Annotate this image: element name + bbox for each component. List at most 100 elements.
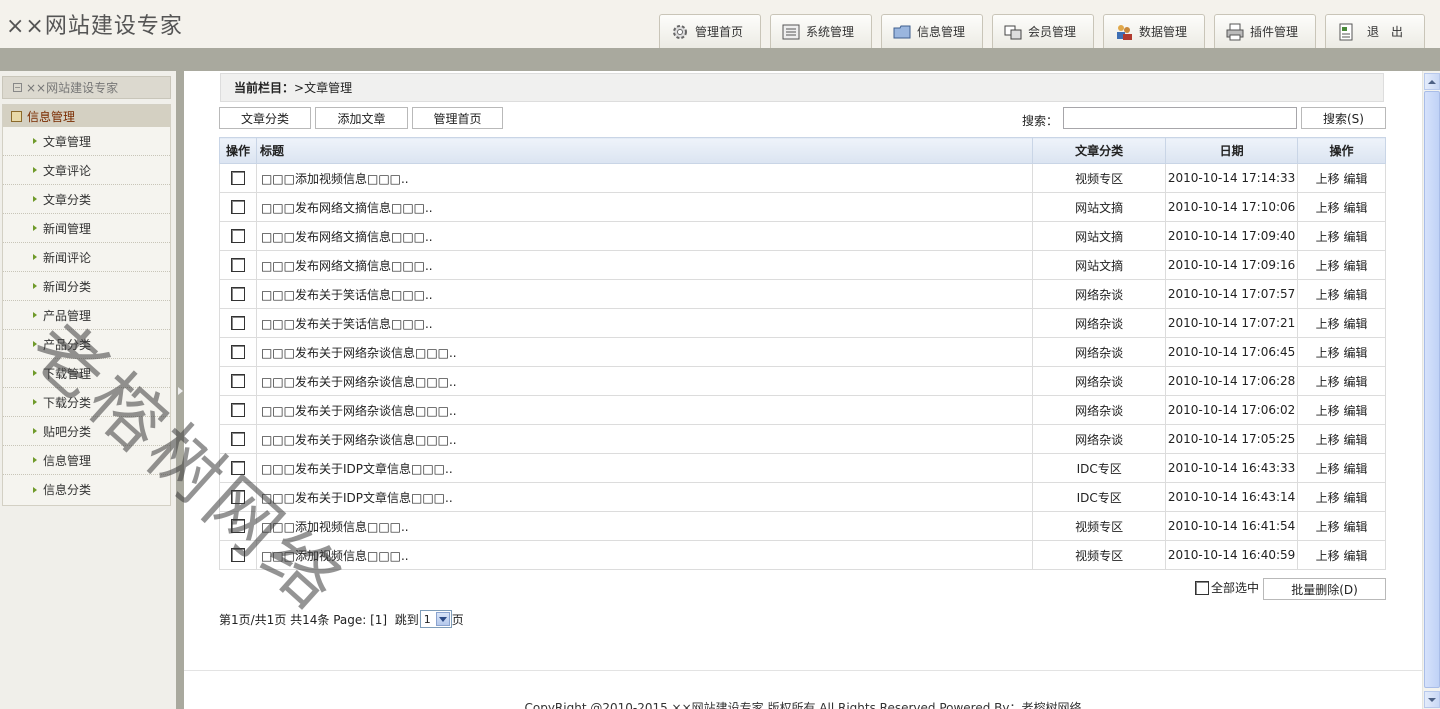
edit-link[interactable]: 编辑: [1343, 172, 1367, 186]
arrow-right-icon: [33, 225, 37, 231]
move-up-link[interactable]: 上移: [1316, 317, 1340, 331]
arrow-right-icon: [33, 486, 37, 493]
select-all-checkbox[interactable]: [1195, 580, 1209, 595]
scroll-up-button[interactable]: [1424, 73, 1440, 90]
edit-link[interactable]: 编辑: [1343, 201, 1367, 215]
move-up-link[interactable]: 上移: [1316, 433, 1340, 447]
row-checkbox[interactable]: [230, 461, 245, 476]
move-up-link[interactable]: 上移: [1316, 404, 1340, 418]
move-up-link[interactable]: 上移: [1316, 201, 1340, 215]
row-category: 视频专区: [1032, 511, 1167, 541]
sidebar-item-info-category[interactable]: 信息分类: [3, 475, 170, 504]
sidebar-item-article-comment[interactable]: 文章评论: [3, 156, 170, 185]
edit-link[interactable]: 编辑: [1343, 375, 1367, 389]
move-up-link[interactable]: 上移: [1316, 549, 1340, 563]
edit-link[interactable]: 编辑: [1343, 259, 1367, 273]
sidebar-item-article-manage[interactable]: 文章管理: [3, 127, 170, 156]
sidebar-group-title[interactable]: 信息管理: [3, 105, 170, 127]
row-date: 2010-10-14 17:06:45: [1165, 337, 1299, 367]
row-select-cell: [219, 308, 257, 338]
row-checkbox[interactable]: [230, 229, 245, 244]
nav-member-button[interactable]: 会员管理: [992, 14, 1094, 48]
move-up-link[interactable]: 上移: [1316, 288, 1340, 302]
row-title: □□□发布关于IDP文章信息□□□..: [255, 453, 1034, 483]
sidebar-item-news-comment[interactable]: 新闻评论: [3, 243, 170, 272]
page-jump-select[interactable]: 1: [419, 610, 452, 628]
search-button[interactable]: 搜索(S): [1301, 107, 1386, 129]
select-all[interactable]: 全部选中: [1195, 579, 1259, 596]
edit-link[interactable]: 编辑: [1343, 404, 1367, 418]
sidebar-root[interactable]: − ××网站建设专家: [2, 76, 171, 99]
edit-link[interactable]: 编辑: [1343, 346, 1367, 360]
edit-link[interactable]: 编辑: [1343, 491, 1367, 505]
edit-link[interactable]: 编辑: [1343, 549, 1367, 563]
arrow-right-icon: [33, 370, 37, 376]
sidebar-item-download-category[interactable]: 下载分类: [3, 388, 170, 417]
admin-home-button[interactable]: 管理首页: [412, 107, 503, 129]
table-row: □□□发布网络文摘信息□□□.. 网站文摘 2010-10-14 17:09:40 上…: [219, 221, 1386, 251]
row-checkbox[interactable]: [230, 345, 245, 360]
move-up-link[interactable]: 上移: [1316, 230, 1340, 244]
edit-link[interactable]: 编辑: [1343, 317, 1367, 331]
row-checkbox[interactable]: [230, 403, 245, 418]
move-up-link[interactable]: 上移: [1316, 520, 1340, 534]
sidebar-item-product-category[interactable]: 产品分类: [3, 330, 170, 359]
search-input[interactable]: [1063, 107, 1297, 129]
edit-link[interactable]: 编辑: [1343, 288, 1367, 302]
move-up-link[interactable]: 上移: [1316, 172, 1340, 186]
nav-exit-label: 退出: [1367, 25, 1416, 39]
sidebar-splitter[interactable]: [176, 71, 184, 709]
row-checkbox[interactable]: [230, 548, 245, 563]
row-checkbox[interactable]: [230, 432, 245, 447]
row-actions: 上移 编辑: [1297, 250, 1386, 280]
arrow-right-icon: [33, 312, 37, 318]
col-header-title: 标题: [255, 137, 1034, 164]
row-checkbox[interactable]: [230, 316, 245, 331]
nav-exit-button[interactable]: 退出: [1325, 14, 1425, 48]
sidebar-item-news-manage[interactable]: 新闻管理: [3, 214, 170, 243]
sidebar-item-article-category[interactable]: 文章分类: [3, 185, 170, 214]
nav-home-button[interactable]: 管理首页: [659, 14, 761, 48]
row-checkbox[interactable]: [230, 374, 245, 389]
row-checkbox[interactable]: [230, 171, 245, 186]
folder-icon: [11, 110, 22, 122]
row-checkbox[interactable]: [230, 258, 245, 273]
nav-info-button[interactable]: 信息管理: [881, 14, 983, 48]
edit-link[interactable]: 编辑: [1343, 462, 1367, 476]
row-actions: 上移 编辑: [1297, 424, 1386, 454]
nav-system-button[interactable]: 系统管理: [770, 14, 872, 48]
batch-delete-button[interactable]: 批量删除(D): [1263, 578, 1386, 600]
col-header-category: 文章分类: [1032, 137, 1167, 164]
edit-link[interactable]: 编辑: [1343, 520, 1367, 534]
row-checkbox[interactable]: [230, 200, 245, 215]
move-up-link[interactable]: 上移: [1316, 375, 1340, 389]
move-up-link[interactable]: 上移: [1316, 462, 1340, 476]
sidebar-item-news-category[interactable]: 新闻分类: [3, 272, 170, 301]
move-up-link[interactable]: 上移: [1316, 346, 1340, 360]
vertical-scrollbar[interactable]: [1422, 71, 1440, 709]
move-up-link[interactable]: 上移: [1316, 259, 1340, 273]
row-actions: 上移 编辑: [1297, 453, 1386, 483]
nav-plugin-button[interactable]: 插件管理: [1214, 14, 1316, 48]
arrow-right-icon: [33, 399, 37, 405]
edit-link[interactable]: 编辑: [1343, 230, 1367, 244]
scroll-thumb[interactable]: [1424, 91, 1440, 688]
nav-data-button[interactable]: 数据管理: [1103, 14, 1205, 48]
move-up-link[interactable]: 上移: [1316, 491, 1340, 505]
col-header-action: 操作: [1297, 137, 1386, 164]
article-category-button[interactable]: 文章分类: [219, 107, 311, 129]
row-checkbox[interactable]: [230, 287, 245, 302]
sidebar-item-download-manage[interactable]: 下载管理: [3, 359, 170, 388]
add-article-button[interactable]: 添加文章: [315, 107, 408, 129]
window-icon: [1002, 21, 1024, 43]
row-checkbox[interactable]: [230, 490, 245, 505]
sidebar-item-info-manage[interactable]: 信息管理: [3, 446, 170, 475]
scroll-down-button[interactable]: [1424, 691, 1440, 708]
table-row: □□□发布关于网络杂谈信息□□□.. 网络杂谈 2010-10-14 17:06:4…: [219, 337, 1386, 367]
edit-link[interactable]: 编辑: [1343, 433, 1367, 447]
row-category: IDC专区: [1032, 482, 1167, 512]
row-checkbox[interactable]: [230, 519, 245, 534]
sidebar-item-forum-category[interactable]: 贴吧分类: [3, 417, 170, 446]
sidebar-item-product-manage[interactable]: 产品管理: [3, 301, 170, 330]
row-category: IDC专区: [1032, 453, 1167, 483]
